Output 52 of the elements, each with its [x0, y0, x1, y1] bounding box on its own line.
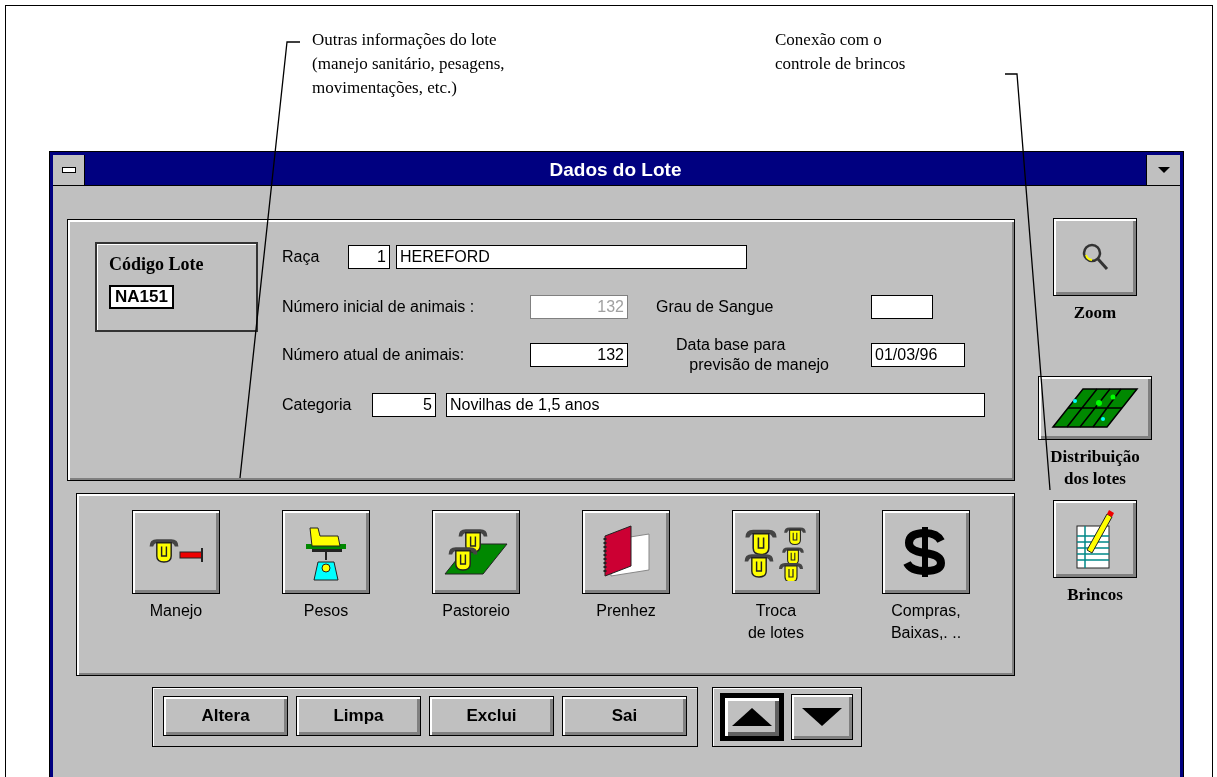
button-label: Pesos: [303, 601, 349, 621]
tags-button[interactable]: [1053, 500, 1137, 578]
button-label: Prenhez: [596, 601, 656, 621]
down-button[interactable]: [791, 694, 853, 740]
lot-code-field[interactable]: NA151: [109, 285, 174, 309]
zoom-button[interactable]: [1053, 218, 1137, 296]
button-label: Manejo: [149, 601, 203, 621]
text-field[interactable]: HEREFORD: [396, 245, 747, 269]
manejo-button[interactable]: [132, 510, 220, 594]
field-label: Categoria: [282, 396, 353, 414]
button-label: Distribuição dos lotes: [1050, 446, 1140, 490]
system-menu-button[interactable]: [53, 155, 85, 185]
button-label: Compras, Baixas,. ..: [890, 601, 962, 643]
field-label: Data base para previsão de manejo: [676, 335, 830, 375]
up-button[interactable]: [721, 694, 783, 740]
ear-tags-pasture-icon: [443, 526, 509, 578]
field-label: Raça: [282, 248, 321, 266]
down-triangle-icon: [800, 706, 844, 728]
compras-button[interactable]: [882, 510, 970, 594]
caret-icon: [1156, 166, 1171, 174]
window-title: Dados do Lote: [548, 159, 683, 181]
action-button[interactable]: Limpa: [296, 696, 421, 736]
troca-button[interactable]: [732, 510, 820, 594]
minimize-button[interactable]: [1146, 155, 1180, 185]
pesos-button[interactable]: [282, 510, 370, 594]
text-field[interactable]: 1: [348, 245, 390, 269]
text-field[interactable]: 01/03/96: [871, 343, 965, 367]
annotation-text: Conexão com o controle de brincos: [775, 29, 906, 75]
action-button[interactable]: Altera: [163, 696, 288, 736]
text-field[interactable]: Novilhas de 1,5 anos: [446, 393, 985, 417]
pasture-grid-icon: [1051, 387, 1139, 429]
text-field[interactable]: [871, 295, 933, 319]
button-label: Zoom: [1073, 302, 1117, 324]
distribution-button[interactable]: [1038, 376, 1152, 440]
button-label: Brincos: [1067, 584, 1123, 606]
pastoreio-button[interactable]: [432, 510, 520, 594]
up-triangle-icon: [730, 706, 774, 728]
button-label: Troca de lotes: [747, 601, 804, 643]
button-label: Pastoreio: [442, 601, 510, 621]
annotation-text: Outras informações do lote (manejo sanitário, pesagens, movimentações, etc.): [312, 29, 505, 99]
field-label: Grau de Sangue: [656, 298, 775, 316]
text-field[interactable]: 132: [530, 343, 628, 367]
action-button[interactable]: Exclui: [429, 696, 554, 736]
action-button[interactable]: Sai: [562, 696, 687, 736]
text-field[interactable]: 5: [372, 393, 436, 417]
notebook-icon: [601, 524, 651, 580]
field-label: Número atual de animais:: [282, 346, 466, 364]
field-label: Número inicial de animais :: [282, 298, 476, 316]
field-label: Código Lote: [109, 254, 205, 275]
notepad-pencil-icon: [1075, 508, 1115, 570]
prenhez-button[interactable]: [582, 510, 670, 594]
magnifier-icon: [1080, 241, 1110, 273]
